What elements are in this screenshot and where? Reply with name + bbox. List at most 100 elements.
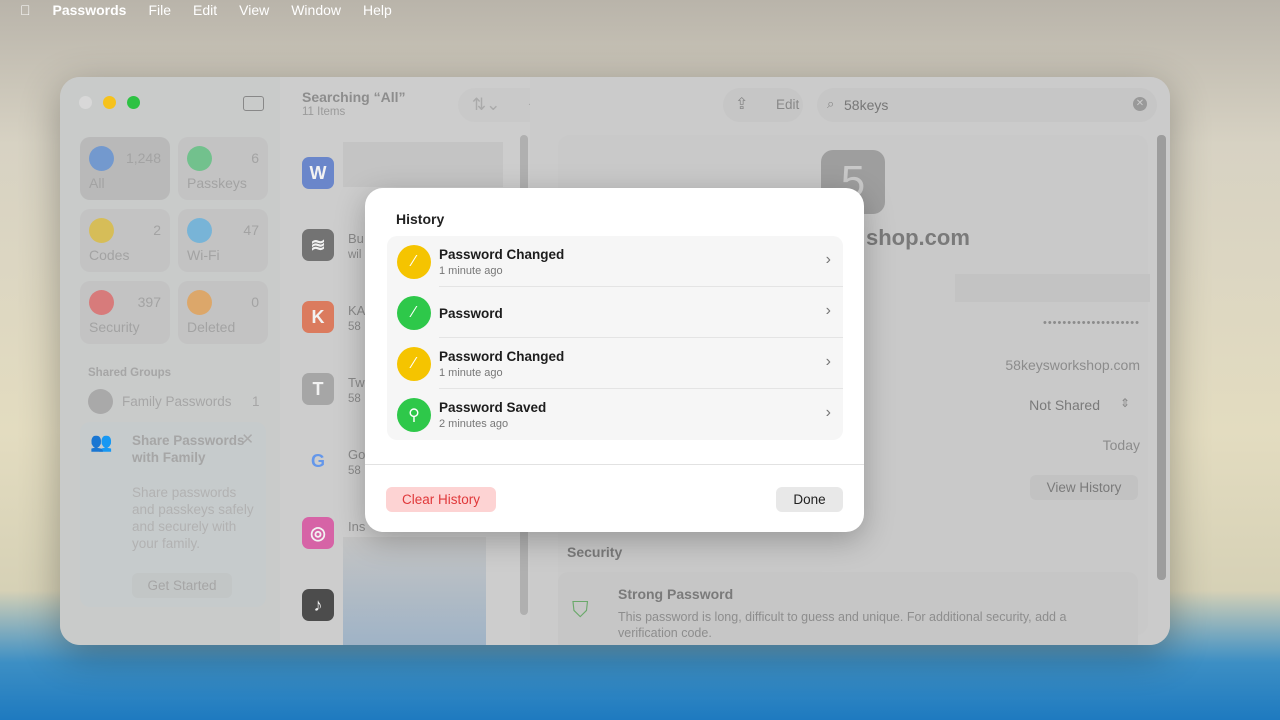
app-icon: ≋ [302, 229, 334, 261]
minimize-window-button[interactable] [103, 96, 116, 109]
item-subtitle: wil [348, 249, 361, 261]
sidebar-item-wifi[interactable]: 47 Wi-Fi [178, 209, 268, 272]
close-icon[interactable]: ✕ [241, 430, 254, 448]
history-item[interactable]: ⁄ Password › [387, 287, 843, 338]
security-body: This password is long, difficult to gues… [618, 609, 1128, 641]
passkeys-icon [187, 146, 212, 171]
security-icon [89, 290, 114, 315]
history-item-time: 2 minutes ago [439, 418, 508, 430]
promo-body: Share passwords and passkeys safely and … [132, 484, 262, 552]
tile-count: 397 [138, 294, 161, 310]
history-item-time: 1 minute ago [439, 367, 503, 379]
tile-count: 2 [153, 222, 161, 238]
chevron-right-icon: › [826, 251, 831, 269]
zoom-window-button[interactable] [127, 96, 140, 109]
history-item-title: Password Changed [439, 247, 564, 262]
tile-label: Wi-Fi [187, 247, 220, 263]
group-icon [88, 389, 113, 414]
item-subtitle: 58 [348, 393, 361, 405]
item-title: Bu [348, 231, 364, 246]
edit-button[interactable]: Edit [776, 97, 799, 112]
codes-icon [89, 218, 114, 243]
divider [365, 464, 864, 465]
app-icon: T [302, 373, 334, 405]
app-icon: G [302, 445, 334, 477]
tile-label: Codes [89, 247, 129, 263]
menu-help[interactable]: Help [363, 2, 392, 18]
sidebar-item-codes[interactable]: 2 Codes [80, 209, 170, 272]
sidebar-item-security[interactable]: 397 Security [80, 281, 170, 344]
clear-search-icon[interactable]: ✕ [1133, 97, 1147, 111]
chevron-updown-icon[interactable]: ⇕ [1120, 396, 1130, 410]
group-count: 1 [252, 394, 260, 409]
share-icon[interactable]: ⇪ [735, 94, 748, 114]
all-icon [89, 146, 114, 171]
clear-history-button[interactable]: Clear History [386, 487, 496, 512]
search-icon: ⌕ [827, 96, 834, 112]
tile-label: Passkeys [187, 175, 247, 191]
menu-edit[interactable]: Edit [193, 2, 217, 18]
site-title: shop.com [866, 225, 970, 251]
app-icon: ♪ [302, 589, 334, 621]
tile-label: Security [89, 319, 140, 335]
item-subtitle: 58 [348, 321, 361, 333]
tile-label: Deleted [187, 319, 235, 335]
history-item[interactable]: ⚲ Password Saved 2 minutes ago › [387, 389, 843, 440]
history-item-title: Password Changed [439, 349, 564, 364]
tile-count: 47 [243, 222, 259, 238]
menu-app[interactable]: Passwords [53, 2, 127, 18]
security-section-title: Security [567, 544, 622, 560]
deleted-icon [187, 290, 212, 315]
history-item-title: Password Saved [439, 400, 546, 415]
search-input[interactable]: 58keys [844, 97, 888, 113]
search-field[interactable]: ⌕ 58keys ✕ [817, 88, 1157, 122]
history-item[interactable]: ⁄ Password Changed 1 minute ago › [387, 338, 843, 389]
tile-label: All [89, 175, 105, 191]
list-subtitle: 11 Items [302, 106, 345, 118]
key-icon: ⚲ [397, 398, 431, 432]
get-started-button[interactable]: Get Started [132, 573, 232, 598]
chevron-right-icon: › [826, 302, 831, 320]
share-promo-card: 👥 Share Passwords with Family ✕ Share pa… [80, 422, 266, 607]
history-list: ⁄ Password Changed 1 minute ago › ⁄ Pass… [387, 236, 843, 440]
family-icon: 👥 [90, 432, 112, 453]
tile-count: 1,248 [126, 150, 161, 166]
app-icon: W [302, 157, 334, 189]
history-item[interactable]: ⁄ Password Changed 1 minute ago › [387, 236, 843, 287]
shield-icon: ⛉ [572, 597, 589, 623]
sidebar-item-all[interactable]: 1,248 All [80, 137, 170, 200]
wifi-icon [187, 218, 212, 243]
website-value[interactable]: 58keysworkshop.com [1005, 357, 1140, 373]
chevron-right-icon: › [826, 353, 831, 371]
view-history-button[interactable]: View History [1030, 475, 1138, 500]
shared-groups-title: Shared Groups [88, 367, 171, 379]
history-dialog: History ⁄ Password Changed 1 minute ago … [365, 188, 864, 532]
app-icon: ◎ [302, 517, 334, 549]
sidebar: 1,248 All 6 Passkeys 2 Codes 47 Wi-Fi 39… [60, 77, 280, 645]
chevron-right-icon: › [826, 404, 831, 422]
sort-icon[interactable]: ⇅⌄ [472, 95, 501, 115]
app-icon: K [302, 301, 334, 333]
detail-scrollbar[interactable] [1157, 135, 1166, 580]
pencil-icon: ⁄ [397, 347, 431, 381]
menu-view[interactable]: View [239, 2, 269, 18]
close-window-button[interactable] [79, 96, 92, 109]
pencil-icon: ⁄ [397, 245, 431, 279]
item-title: KA [348, 303, 365, 318]
done-button[interactable]: Done [776, 487, 843, 512]
promo-title: Share Passwords with Family [132, 432, 252, 466]
item-title: Ins [348, 519, 365, 534]
password-field[interactable]: •••••••••••••••••••• [1043, 317, 1140, 329]
menu-window[interactable]: Window [291, 2, 341, 18]
tile-count: 6 [251, 150, 259, 166]
sharing-select[interactable]: Not Shared [1029, 397, 1100, 413]
group-name[interactable]: Family Passwords [122, 394, 232, 409]
menu-file[interactable]: File [148, 2, 171, 18]
sidebar-item-passkeys[interactable]: 6 Passkeys [178, 137, 268, 200]
history-item-title: Password [439, 306, 503, 321]
item-subtitle: 58 [348, 465, 361, 477]
history-item-time: 1 minute ago [439, 265, 503, 277]
sidebar-item-deleted[interactable]: 0 Deleted [178, 281, 268, 344]
apple-icon[interactable]:  [20, 2, 31, 18]
sidebar-toggle-icon[interactable] [243, 96, 264, 111]
